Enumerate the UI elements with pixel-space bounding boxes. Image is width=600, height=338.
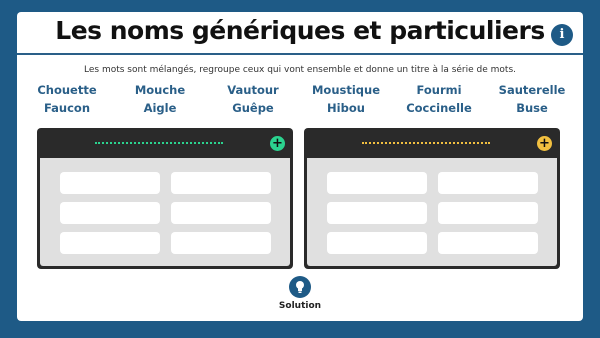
word-chip[interactable]: Faucon — [44, 101, 90, 115]
drop-slot[interactable] — [327, 202, 427, 224]
plus-icon: + — [539, 136, 550, 151]
lightbulb-icon — [296, 281, 304, 293]
word-chip[interactable]: Hibou — [327, 101, 365, 115]
drop-slot[interactable] — [171, 232, 271, 254]
plus-icon: + — [272, 136, 283, 151]
info-button[interactable]: i — [551, 24, 573, 46]
word-chip[interactable]: Buse — [516, 101, 548, 115]
word-chip[interactable]: Sauterelle — [499, 83, 566, 97]
drop-zone[interactable] — [40, 158, 290, 266]
instruction-text: Les mots sont mélangés, regroupe ceux qu… — [84, 65, 516, 75]
drop-slot[interactable] — [327, 172, 427, 194]
word-chip[interactable]: Aigle — [144, 101, 177, 115]
group-panel-2: + — [304, 128, 560, 269]
solution-button[interactable] — [289, 276, 311, 298]
drop-slot[interactable] — [171, 172, 271, 194]
word-chip[interactable]: Coccinelle — [406, 101, 472, 115]
solution-label: Solution — [278, 301, 322, 311]
drop-slot[interactable] — [438, 172, 538, 194]
add-button[interactable]: + — [537, 136, 552, 151]
drop-slot[interactable] — [171, 202, 271, 224]
word-chip[interactable]: Mouche — [135, 83, 185, 97]
word-chip[interactable]: Fourmi — [416, 83, 461, 97]
drop-slot[interactable] — [438, 232, 538, 254]
group-panel-header: + — [304, 128, 560, 158]
add-button[interactable]: + — [270, 136, 285, 151]
page-title: Les noms génériques et particuliers — [55, 16, 545, 45]
main-card: Les noms génériques et particuliers i Le… — [17, 12, 583, 321]
drop-slot[interactable] — [60, 232, 160, 254]
group-panel-header: + — [37, 128, 293, 158]
info-icon: i — [559, 27, 565, 42]
drop-slot[interactable] — [438, 202, 538, 224]
drop-slot[interactable] — [60, 202, 160, 224]
word-chip[interactable]: Moustique — [312, 83, 380, 97]
word-chip[interactable]: Vautour — [227, 83, 278, 97]
word-row-2: Faucon Aigle Guêpe Hibou Coccinelle Buse — [17, 101, 583, 117]
drop-slot[interactable] — [60, 172, 160, 194]
drop-zone[interactable] — [307, 158, 557, 266]
word-chip[interactable]: Guêpe — [232, 101, 273, 115]
group-title-input[interactable] — [362, 142, 490, 144]
title-divider — [17, 53, 583, 55]
word-row-1: Chouette Mouche Vautour Moustique Fourmi… — [17, 83, 583, 99]
drop-slot[interactable] — [327, 232, 427, 254]
word-chip[interactable]: Chouette — [37, 83, 96, 97]
solution-area: Solution — [17, 276, 583, 318]
group-panel-1: + — [37, 128, 293, 269]
group-title-input[interactable] — [95, 142, 223, 144]
